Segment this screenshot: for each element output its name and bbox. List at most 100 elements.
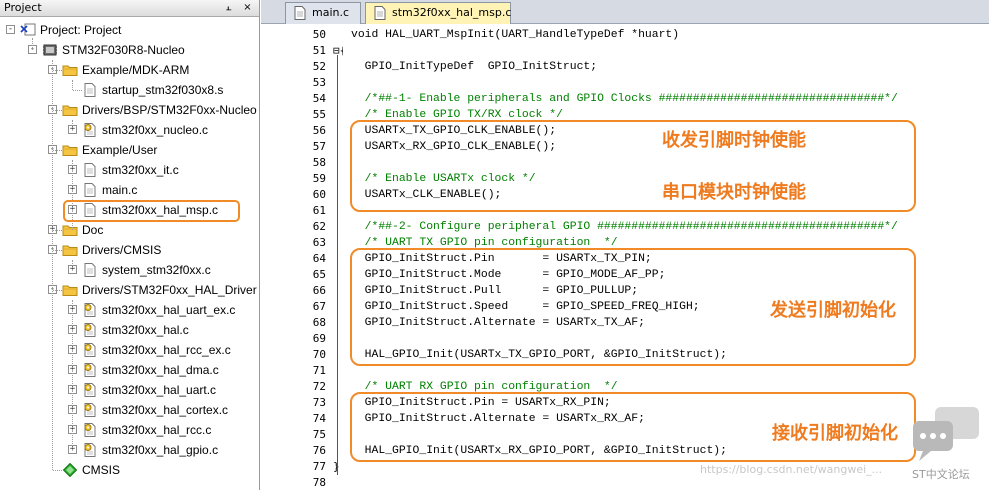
file-icon [84, 83, 96, 97]
line-number: 54 [312, 92, 326, 105]
tree-item[interactable]: + stm32f0xx_hal_uart.c [0, 380, 259, 400]
line-number: 60 [312, 188, 326, 201]
line-number: 63 [312, 236, 326, 249]
folder-icon [62, 245, 78, 256]
tree-item[interactable]: + stm32f0xx_hal.c [0, 320, 259, 340]
tab-label: main.c [312, 6, 350, 19]
tree-item-label: system_stm32f0xx.c [102, 263, 211, 277]
tree-item[interactable]: + stm32f0xx_hal_gpio.c [0, 440, 259, 460]
tree-connector [52, 60, 53, 470]
tree-item[interactable]: - Project: Project [0, 20, 259, 40]
tree-item[interactable]: - Example/MDK-ARM [0, 60, 259, 80]
folder-icon [62, 105, 78, 116]
tree-item[interactable]: + stm32f0xx_hal_uart_ex.c [0, 300, 259, 320]
tree-item-label: stm32f0xx_hal_dma.c [102, 363, 219, 377]
tab-label: stm32f0xx_hal_msp.c [392, 6, 512, 19]
line-number: 65 [312, 268, 326, 281]
annotation-clock-box [350, 120, 916, 212]
line-number: 52 [312, 60, 326, 73]
line-number: 77 [312, 460, 326, 473]
tree-item[interactable]: - Drivers/BSP/STM32F0xx-Nucleo [0, 100, 259, 120]
tree-item[interactable]: - Drivers/STM32F0xx_HAL_Driver [0, 280, 259, 300]
annotation-label-pin-clock: 收发引脚时钟使能 [662, 130, 806, 151]
tree-item[interactable]: CMSIS [0, 460, 259, 480]
file-gear-icon [84, 443, 96, 457]
tree-connector [72, 80, 73, 90]
watermark-url: https://blog.csdn.net/wangwei_... [700, 463, 883, 476]
line-number: 57 [312, 140, 326, 153]
line-number: 73 [312, 396, 326, 409]
tree-item-label: CMSIS [82, 463, 121, 477]
line-number: 70 [312, 348, 326, 361]
line-number: 62 [312, 220, 326, 233]
code-comment: /*##-2- Configure peripheral GPIO ######… [351, 221, 898, 233]
file-icon [374, 6, 386, 20]
tree-item[interactable]: - Example/User [0, 140, 259, 160]
file-gear-icon [84, 363, 96, 377]
project-panel-header: Project ⫠ × [0, 0, 259, 17]
file-gear-icon [84, 383, 96, 397]
tree-item[interactable]: + stm32f0xx_hal_rcc.c [0, 420, 259, 440]
file-icon [294, 6, 306, 20]
line-number: 58 [312, 156, 326, 169]
folder-icon [62, 285, 78, 296]
line-number: 69 [312, 332, 326, 345]
tree-connector [53, 470, 62, 471]
tree-item-label: stm32f0xx_hal.c [102, 323, 189, 337]
project-panel: Project ⫠ × - Project: Project - STM32F030R… [0, 0, 260, 490]
panel-title: Project [4, 1, 42, 14]
line-number: 59 [312, 172, 326, 185]
tree-item[interactable]: + Doc [0, 220, 259, 240]
tree-connector [53, 150, 62, 151]
tree-item-label: Doc [82, 223, 104, 237]
tree-item-label: Project: Project [40, 23, 122, 37]
folder-icon [62, 145, 78, 156]
line-number: 76 [312, 444, 326, 457]
tree-item[interactable]: startup_stm32f030x8.s [0, 80, 259, 100]
tree-item-label: startup_stm32f030x8.s [102, 83, 224, 97]
code-line: GPIO_InitTypeDef GPIO_InitStruct; [351, 61, 598, 73]
tree-connector [53, 70, 62, 71]
tree-connector [72, 260, 73, 270]
tree-item-label: stm32f0xx_hal_gpio.c [102, 443, 219, 457]
tree-item-label: Drivers/BSP/STM32F0xx-Nucleo [82, 103, 257, 117]
line-number: 56 [312, 124, 326, 137]
diamond-icon [62, 463, 78, 477]
collapse-icon[interactable]: - [6, 25, 15, 34]
annotation-label-rx-init: 接收引脚初始化 [772, 423, 898, 444]
tree-item-label: Example/MDK-ARM [82, 63, 190, 77]
line-number: 75 [312, 428, 326, 441]
tree-item[interactable]: - STM32F030R8-Nucleo [0, 40, 259, 60]
line-number: 71 [312, 364, 326, 377]
tree-item-label: main.c [102, 183, 138, 197]
tree-connector [53, 110, 62, 111]
file-gear-icon [84, 403, 96, 417]
tree-item[interactable]: + main.c [0, 180, 259, 200]
tree-connector [73, 90, 82, 91]
tree-item[interactable]: - Drivers/CMSIS [0, 240, 259, 260]
tree-item-label: stm32f0xx_hal_rcc_ex.c [102, 343, 231, 357]
tree-item[interactable]: + stm32f0xx_hal_rcc_ex.c [0, 340, 259, 360]
tree-item-label: stm32f0xx_hal_uart_ex.c [102, 303, 236, 317]
pin-icon[interactable]: ⫠ [222, 1, 235, 14]
line-number: 72 [312, 380, 326, 393]
watermark-brand: ST中文论坛 [912, 468, 970, 481]
tree-item[interactable]: + stm32f0xx_hal_cortex.c [0, 400, 259, 420]
file-gear-icon [84, 423, 96, 437]
tree-item[interactable]: + stm32f0xx_nucleo.c [0, 120, 259, 140]
tree-item-label: stm32f0xx_nucleo.c [102, 123, 209, 137]
tree-item[interactable]: + stm32f0xx_hal_dma.c [0, 360, 259, 380]
project-icon [20, 23, 36, 36]
tab-stm32f0xx-hal-msp-c[interactable]: stm32f0xx_hal_msp.c [365, 2, 511, 24]
line-number: 66 [312, 284, 326, 297]
tree-connector [53, 230, 62, 231]
selected-file-highlight [63, 200, 240, 222]
tree-item[interactable]: + stm32f0xx_it.c [0, 160, 259, 180]
tab-main-c[interactable]: main.c [285, 2, 361, 24]
tree-item-label: stm32f0xx_it.c [102, 163, 179, 177]
file-gear-icon [84, 303, 96, 317]
tree-item[interactable]: + system_stm32f0xx.c [0, 260, 259, 280]
close-icon[interactable]: × [241, 1, 254, 14]
fold-strip: ⊟{} [333, 25, 346, 490]
tree-item-label: STM32F030R8-Nucleo [62, 43, 185, 57]
